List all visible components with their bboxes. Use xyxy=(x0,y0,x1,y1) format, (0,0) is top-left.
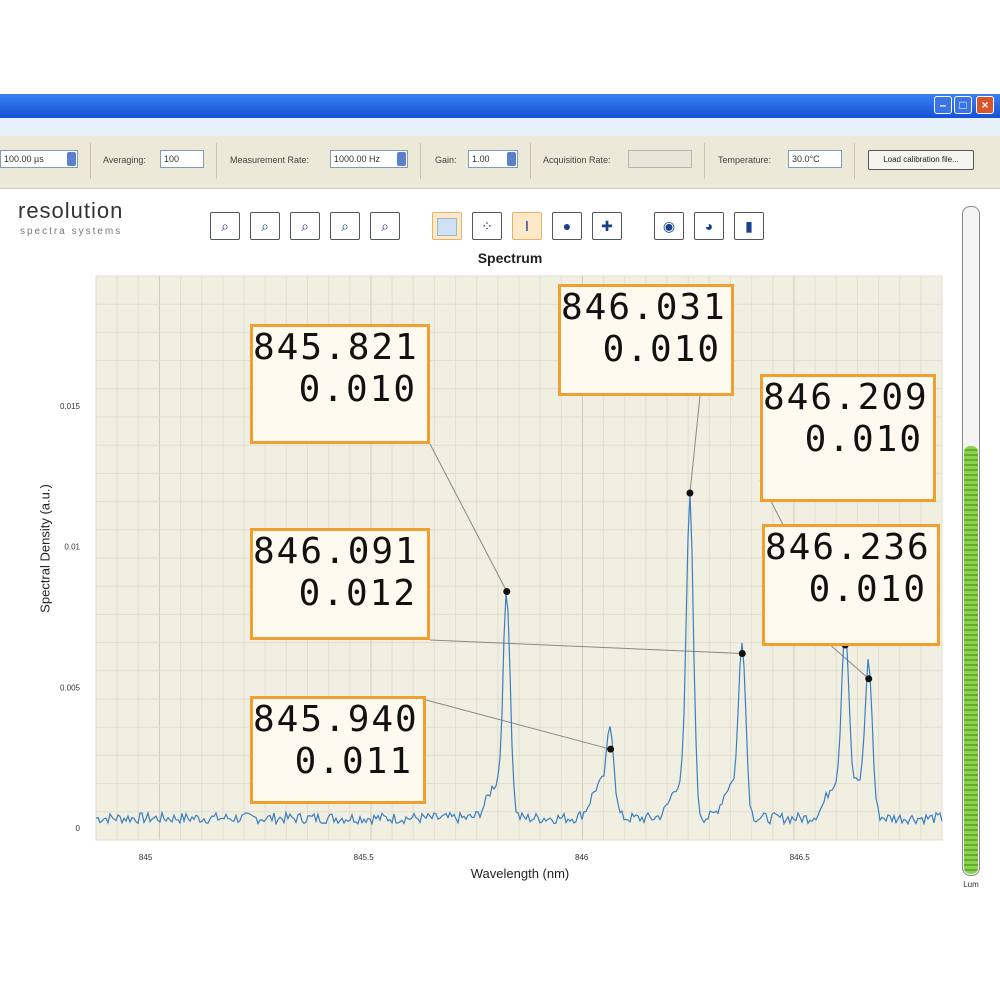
exposure-field[interactable]: 100.00 µs xyxy=(0,150,78,168)
export-icon: ✚ xyxy=(601,218,613,234)
zoom-in-button[interactable]: ⌕ xyxy=(210,212,240,240)
save-button[interactable]: ◉ xyxy=(654,212,684,240)
acquisition-rate-field[interactable] xyxy=(628,150,692,168)
export-button[interactable]: ✚ xyxy=(592,212,622,240)
acquisition-rate-label: Acquisition Rate: xyxy=(543,155,611,165)
maximize-button[interactable]: □ xyxy=(954,96,972,114)
load-calibration-button[interactable]: Load calibration file... xyxy=(868,150,974,170)
exposure-spinner[interactable] xyxy=(67,152,76,166)
point-mode-icon: ⁘ xyxy=(481,218,493,234)
zoom-y-button[interactable]: ⌕ xyxy=(370,212,400,240)
signal-level-fill xyxy=(964,446,978,874)
zoom-x-icon: ⌕ xyxy=(341,218,349,234)
annotation-value: 0.010 xyxy=(602,329,721,370)
y-axis-label: Spectral Density (a.u.) xyxy=(37,484,53,613)
chart-title: Spectrum xyxy=(477,250,543,266)
annotation-value: 0.010 xyxy=(808,569,927,610)
annotation-box[interactable]: 845.821 0.010 xyxy=(250,324,430,444)
temperature-label: Temperature: xyxy=(718,155,772,165)
close-button[interactable]: × xyxy=(976,96,994,114)
x-axis-label: Wavelength (nm) xyxy=(470,866,570,881)
minimize-icon: – xyxy=(939,98,947,112)
line-mode-button[interactable] xyxy=(432,212,462,240)
menu-band xyxy=(0,118,1000,136)
annotation-box[interactable]: 846.236 0.010 xyxy=(762,524,940,646)
exposure-value: 100.00 µs xyxy=(4,154,44,164)
temperature-value: 30.0°C xyxy=(792,154,820,164)
gain-value: 1.00 xyxy=(472,154,490,164)
close-icon: × xyxy=(981,98,989,112)
annotation-wavelength: 846.091 xyxy=(253,531,419,572)
gain-label: Gain: xyxy=(435,155,457,165)
window-titlebar xyxy=(0,94,1000,118)
measurement-rate-field[interactable]: 1000.00 Hz xyxy=(330,150,408,168)
cursor-mode-icon: Ⅰ xyxy=(524,218,530,234)
signal-level-caption: Lum xyxy=(963,880,979,889)
gain-spinner[interactable] xyxy=(507,152,516,166)
annotation-wavelength: 846.031 xyxy=(561,287,727,328)
annotation-value: 0.011 xyxy=(294,741,413,782)
annotation-box[interactable]: 846.031 0.010 xyxy=(558,284,734,396)
camera-icon: ● xyxy=(562,218,572,234)
save-icon: ◉ xyxy=(662,218,676,234)
document-button[interactable]: ▮ xyxy=(734,212,764,240)
measurement-rate-spinner[interactable] xyxy=(397,152,406,166)
document-icon: ▮ xyxy=(745,218,753,234)
camera-button[interactable]: ● xyxy=(552,212,582,240)
annotation-box[interactable]: 846.091 0.012 xyxy=(250,528,430,640)
zoom-in-icon: ⌕ xyxy=(221,218,229,234)
averaging-value: 100 xyxy=(164,154,180,164)
annotation-wavelength: 846.209 xyxy=(763,377,929,418)
measurement-rate-value: 1000.00 Hz xyxy=(334,154,381,164)
cursor-mode-button[interactable]: Ⅰ xyxy=(512,212,542,240)
point-mode-button[interactable]: ⁘ xyxy=(472,212,502,240)
annotation-value: 0.010 xyxy=(298,369,417,410)
averaging-label: Averaging: xyxy=(103,155,146,165)
line-mode-icon xyxy=(437,218,457,237)
print-icon: ◕ xyxy=(704,218,714,234)
logo-subtitle: spectra systems xyxy=(20,226,123,237)
zoom-y-icon: ⌕ xyxy=(381,218,389,234)
annotation-box[interactable]: 845.940 0.011 xyxy=(250,696,426,804)
annotation-value: 0.012 xyxy=(298,573,417,614)
zoom-out-icon: ⌕ xyxy=(301,218,309,234)
zoom-out-button[interactable]: ⌕ xyxy=(290,212,320,240)
gain-field[interactable]: 1.00 xyxy=(468,150,518,168)
annotation-box[interactable]: 846.209 0.010 xyxy=(760,374,936,502)
zoom-fit-button[interactable]: ⌕ xyxy=(250,212,280,240)
temperature-field: 30.0°C xyxy=(788,150,842,168)
maximize-icon: □ xyxy=(959,98,967,112)
annotation-wavelength: 846.236 xyxy=(765,527,931,568)
annotation-value: 0.010 xyxy=(804,419,923,460)
zoom-x-button[interactable]: ⌕ xyxy=(330,212,360,240)
annotation-wavelength: 845.821 xyxy=(253,327,419,368)
zoom-fit-icon: ⌕ xyxy=(261,218,269,234)
print-button[interactable]: ◕ xyxy=(694,212,724,240)
signal-level-bar xyxy=(962,206,980,876)
minimize-button[interactable]: – xyxy=(934,96,952,114)
measurement-rate-label: Measurement Rate: xyxy=(230,155,310,165)
logo-text: resolution xyxy=(18,198,124,223)
averaging-field[interactable]: 100 xyxy=(160,150,204,168)
annotation-wavelength: 845.940 xyxy=(253,699,419,740)
